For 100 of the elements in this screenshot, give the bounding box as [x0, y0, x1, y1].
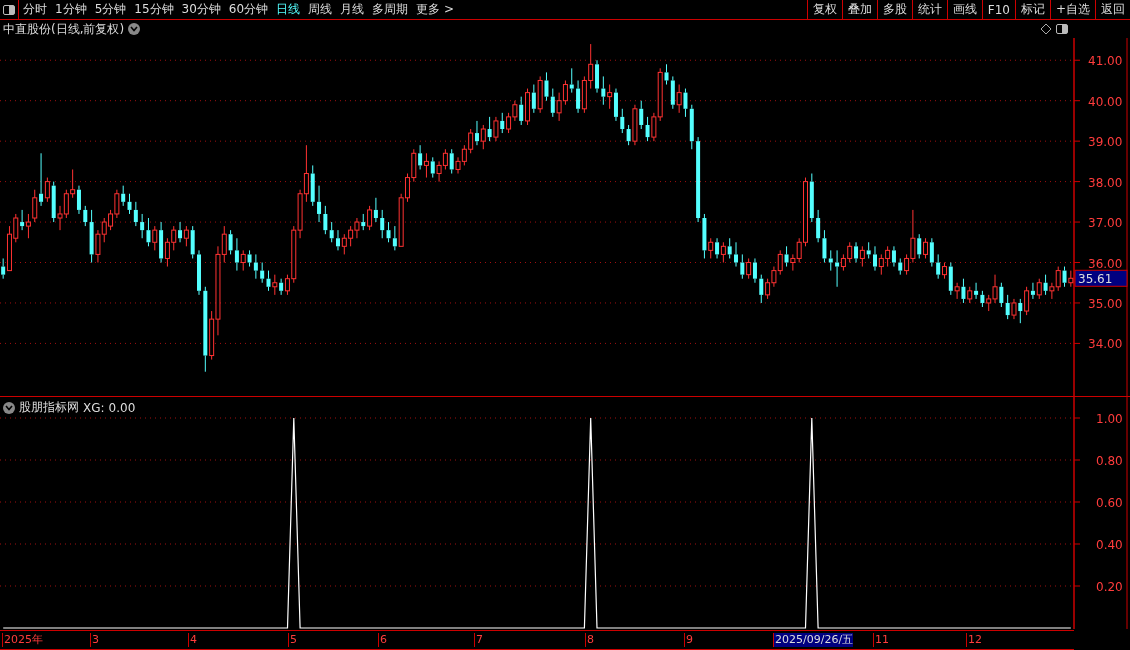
candlestick	[689, 104, 694, 150]
candlestick	[418, 144, 423, 170]
candlestick	[537, 75, 543, 114]
period-tab[interactable]: 月线	[336, 1, 369, 18]
period-tab[interactable]: 15分钟	[130, 1, 178, 18]
dropdown-icon[interactable]	[3, 401, 15, 414]
candlestick	[335, 229, 340, 251]
candlestick	[752, 257, 757, 284]
candlestick	[702, 213, 707, 259]
series-name: XG:	[83, 400, 105, 415]
candlestick	[576, 79, 581, 114]
axis-label: 1.00	[1096, 412, 1123, 426]
candlestick	[651, 112, 657, 142]
candlestick	[234, 237, 239, 272]
candlestick	[727, 237, 732, 259]
price-axis-label: 36.00	[1088, 256, 1123, 271]
candlestick	[992, 274, 998, 304]
candlestick	[999, 282, 1004, 308]
candlestick	[569, 67, 574, 94]
candlestick	[493, 116, 499, 142]
candlestick	[32, 189, 38, 223]
candlestick	[310, 164, 315, 207]
candlestick	[159, 221, 164, 264]
candlestick	[361, 213, 366, 231]
candlestick	[595, 59, 600, 94]
candlestick	[380, 209, 385, 239]
candlestick	[203, 286, 208, 373]
candlestick	[44, 177, 50, 203]
period-tab[interactable]: 更多 >	[412, 1, 458, 18]
candlestick	[898, 257, 903, 276]
candlestick	[133, 201, 138, 227]
period-tab[interactable]: 多周期	[368, 1, 413, 18]
candlestick	[39, 152, 44, 207]
candlestick	[303, 144, 309, 203]
candlestick	[190, 225, 195, 259]
candlestick	[1062, 266, 1067, 288]
candlestick	[1043, 274, 1048, 296]
candlestick	[461, 144, 467, 166]
candlestick	[367, 205, 373, 231]
candlestick	[468, 128, 474, 154]
candlestick	[683, 88, 688, 118]
indicator-name: 股朋指标网	[19, 399, 79, 416]
candlestick	[127, 193, 132, 215]
candlestick	[63, 189, 69, 219]
candlestick	[607, 84, 613, 110]
candlestick	[354, 217, 360, 239]
candlestick	[83, 205, 88, 227]
candlestick	[146, 217, 151, 247]
candlestick	[1005, 294, 1010, 320]
candlestick	[562, 79, 568, 106]
candlestick	[626, 124, 631, 146]
candlestick	[796, 237, 802, 264]
period-tab[interactable]: 分时	[19, 1, 51, 18]
period-tab[interactable]: 日线	[272, 1, 305, 18]
candlestick	[1036, 278, 1042, 300]
candlestick	[108, 209, 114, 231]
panel-toggle-icon[interactable]	[0, 0, 19, 19]
candlestick	[386, 221, 391, 243]
candlestick	[341, 233, 347, 255]
candlestick	[430, 156, 435, 179]
diamond-icon[interactable]	[1040, 23, 1052, 35]
candlestick	[140, 213, 145, 239]
period-tab[interactable]: 1分钟	[51, 1, 91, 18]
candlestick	[57, 205, 63, 231]
candlestick	[556, 92, 562, 122]
candlestick	[209, 310, 215, 361]
candlestick	[373, 197, 378, 223]
candlestick	[152, 225, 158, 251]
candlestick	[986, 294, 992, 312]
candlestick	[291, 225, 297, 284]
panel-toggle-icon[interactable]	[1056, 24, 1068, 34]
price-axis-label: 35.00	[1088, 296, 1123, 311]
candlestick	[411, 148, 417, 183]
period-tab[interactable]: 30分钟	[177, 1, 225, 18]
candlestick	[449, 148, 454, 175]
date-label: 9	[684, 633, 693, 647]
candlestick	[76, 185, 81, 215]
dropdown-icon[interactable]	[128, 23, 141, 35]
candlestick	[329, 221, 334, 243]
axis-label: 0.80	[1096, 454, 1123, 468]
candlestick	[253, 253, 258, 280]
candlestick	[1030, 282, 1035, 300]
period-tab[interactable]: 5分钟	[90, 1, 131, 18]
candlestick	[474, 120, 479, 146]
price-axis-label: 40.00	[1088, 94, 1123, 109]
axis-label: 0.60	[1096, 496, 1123, 510]
candlestick	[917, 233, 922, 259]
date-label: 3	[90, 633, 99, 647]
candlestick	[317, 185, 322, 223]
candlestick	[284, 274, 290, 296]
candlestick	[891, 245, 896, 268]
period-tab[interactable]: 60分钟	[224, 1, 273, 18]
candlestick	[822, 229, 827, 264]
candlestick	[51, 181, 56, 223]
date-label: 11	[873, 633, 889, 647]
candlestick	[645, 116, 650, 142]
chart-title: 中直股份(日线,前复权)	[3, 20, 125, 38]
period-tab[interactable]: 周线	[304, 1, 337, 18]
candlestick	[480, 124, 486, 150]
candlestick	[266, 270, 271, 292]
